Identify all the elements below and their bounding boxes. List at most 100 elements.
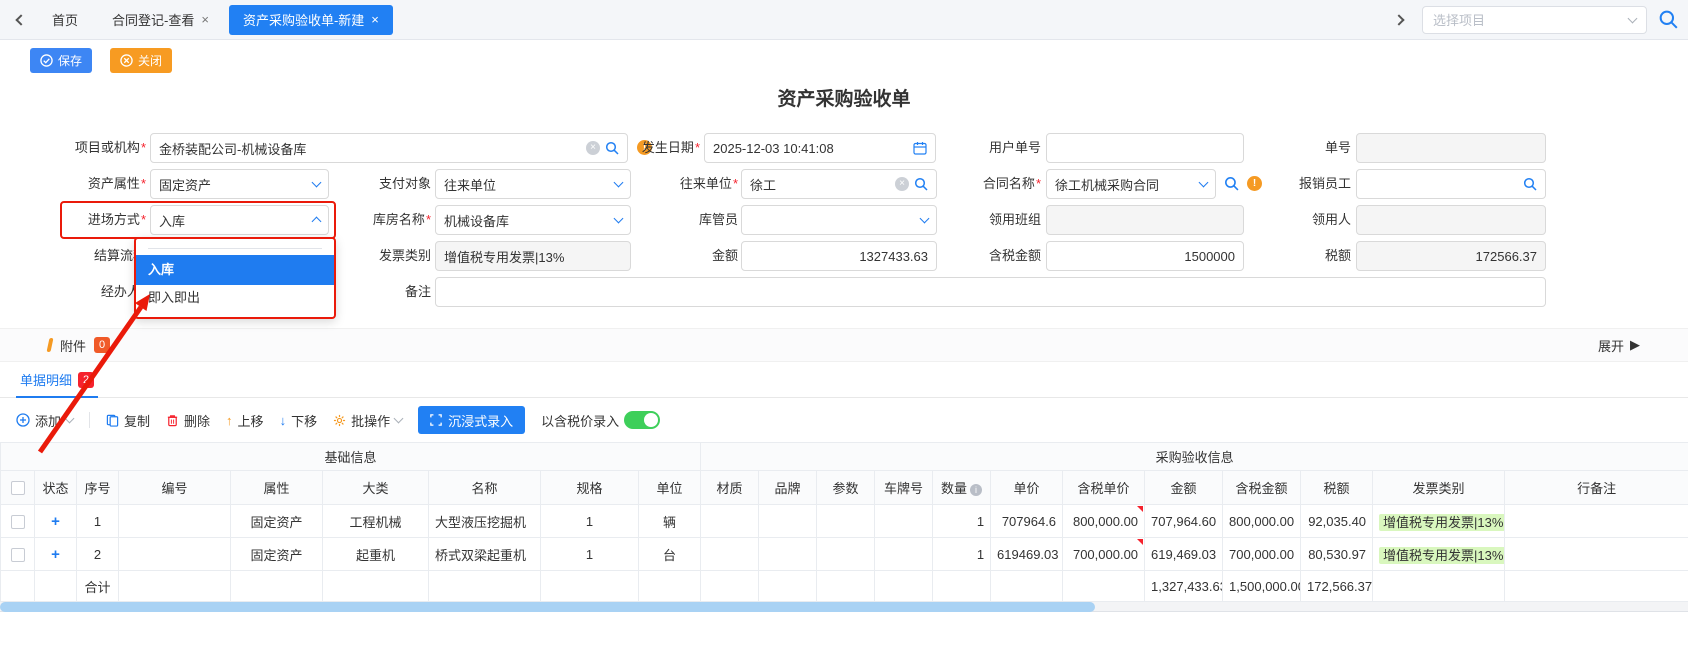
modified-marker-icon xyxy=(1137,539,1143,545)
col-seq: 序号 xyxy=(77,471,119,505)
cell-price-tax[interactable]: 700,000.00 xyxy=(1063,538,1145,571)
entry-mode-select[interactable]: 入库 xyxy=(150,205,329,235)
cell-plate[interactable] xyxy=(875,538,933,571)
cell-tax[interactable]: 92,035.40 xyxy=(1301,505,1373,538)
copy-button[interactable]: 复制 xyxy=(106,411,150,430)
tab-contract-view[interactable]: 合同登记-查看 × xyxy=(98,5,223,35)
cell-brand[interactable] xyxy=(759,538,817,571)
cell-num[interactable] xyxy=(119,538,231,571)
col-price: 单价 xyxy=(991,471,1063,505)
calendar-icon[interactable] xyxy=(913,141,927,155)
select-all-checkbox[interactable] xyxy=(11,481,25,495)
counterparty-input[interactable]: 徐工 × xyxy=(741,169,937,199)
cell-amount-tax[interactable]: 700,000.00 xyxy=(1223,538,1301,571)
scrollbar-thumb[interactable] xyxy=(0,602,1095,612)
cell-unit[interactable]: 辆 xyxy=(639,505,701,538)
cell-tax[interactable]: 80,530.97 xyxy=(1301,538,1373,571)
action-bar: 保存 关闭 xyxy=(0,40,1688,80)
warehouse-select[interactable]: 机械设备库 xyxy=(435,205,631,235)
search-icon[interactable] xyxy=(1659,10,1678,29)
amount-input[interactable]: 1327433.63 xyxy=(741,241,937,271)
remark-input[interactable] xyxy=(435,277,1546,307)
tab-label: 合同登记-查看 xyxy=(112,10,194,29)
tabs-scroll-left-icon[interactable] xyxy=(10,9,32,31)
clear-icon[interactable]: × xyxy=(895,177,909,191)
cell-price[interactable]: 619469.03 xyxy=(991,538,1063,571)
warehouse-label: 库房名称* xyxy=(341,205,431,235)
close-icon[interactable]: × xyxy=(371,13,379,26)
row-add-icon[interactable]: + xyxy=(51,513,60,530)
amount-tax-input[interactable]: 1500000 xyxy=(1046,241,1244,271)
cell-invoice[interactable]: 增值税专用发票|13% xyxy=(1373,538,1505,571)
clear-icon[interactable]: × xyxy=(586,141,600,155)
cell-name[interactable]: 桥式双梁起重机 xyxy=(429,538,541,571)
project-select[interactable]: 选择项目 xyxy=(1422,6,1647,34)
move-up-button[interactable]: ↑ 上移 xyxy=(226,411,264,430)
search-icon[interactable] xyxy=(1224,176,1239,191)
cell-material[interactable] xyxy=(701,538,759,571)
warning-icon[interactable]: ! xyxy=(1247,176,1262,191)
add-button[interactable]: 添加 xyxy=(16,411,73,430)
tab-home[interactable]: 首页 xyxy=(38,5,92,35)
cell-num[interactable] xyxy=(119,505,231,538)
move-down-button[interactable]: ↓ 下移 xyxy=(280,411,318,430)
cell-name[interactable]: 大型液压挖掘机 xyxy=(429,505,541,538)
cell-qty[interactable]: 1 xyxy=(933,505,991,538)
tab-bar: 首页 合同登记-查看 × 资产采购验收单-新建 × 选择项目 xyxy=(0,0,1688,40)
cell-price[interactable]: 707964.6 xyxy=(991,505,1063,538)
cell-note[interactable] xyxy=(1505,538,1688,571)
close-label: 关闭 xyxy=(138,52,162,69)
cell-amount[interactable]: 619,469.03 xyxy=(1145,538,1223,571)
cell-material[interactable] xyxy=(701,505,759,538)
dropdown-option-in-out[interactable]: 即入即出 xyxy=(136,285,334,311)
scan-frame-icon xyxy=(430,414,442,426)
user-no-input[interactable] xyxy=(1046,133,1244,163)
row-checkbox[interactable] xyxy=(11,515,25,529)
pay-target-select[interactable]: 往来单位 xyxy=(435,169,631,199)
reimburse-emp-input[interactable] xyxy=(1356,169,1546,199)
cell-attr[interactable]: 固定资产 xyxy=(231,538,323,571)
keeper-select[interactable] xyxy=(741,205,937,235)
row-add-icon[interactable]: + xyxy=(51,546,60,563)
cell-attr[interactable]: 固定资产 xyxy=(231,505,323,538)
cell-param[interactable] xyxy=(817,505,875,538)
cell-category[interactable]: 起重机 xyxy=(323,538,429,571)
tabs-scroll-right-icon[interactable] xyxy=(1388,9,1410,31)
cell-plate[interactable] xyxy=(875,505,933,538)
cell-invoice[interactable]: 增值税专用发票|13% xyxy=(1373,505,1505,538)
search-icon[interactable] xyxy=(914,177,928,191)
close-icon[interactable]: × xyxy=(201,13,209,26)
row-checkbox[interactable] xyxy=(11,548,25,562)
batch-operate-button[interactable]: 批操作 xyxy=(333,411,402,430)
cell-category[interactable]: 工程机械 xyxy=(323,505,429,538)
cell-spec[interactable]: 1 xyxy=(541,538,639,571)
cell-seq: 2 xyxy=(77,538,119,571)
asset-attr-select[interactable]: 固定资产 xyxy=(150,169,329,199)
modified-marker-icon xyxy=(1137,506,1143,512)
occur-date-input[interactable]: 2025-12-03 10:41:08 xyxy=(704,133,936,163)
cell-qty[interactable]: 1 xyxy=(933,538,991,571)
expand-button[interactable]: 展开 ▶ xyxy=(1598,336,1640,355)
search-icon[interactable] xyxy=(1523,177,1537,191)
cell-note[interactable] xyxy=(1505,505,1688,538)
tax-price-toggle[interactable] xyxy=(624,411,660,429)
doc-no-input xyxy=(1356,133,1546,163)
contract-select[interactable]: 徐工机械采购合同 xyxy=(1046,169,1216,199)
cell-param[interactable] xyxy=(817,538,875,571)
cell-amount[interactable]: 707,964.60 xyxy=(1145,505,1223,538)
cell-unit[interactable]: 台 xyxy=(639,538,701,571)
cell-price-tax[interactable]: 800,000.00 xyxy=(1063,505,1145,538)
cell-brand[interactable] xyxy=(759,505,817,538)
close-button[interactable]: 关闭 xyxy=(110,48,172,73)
tab-asset-receipt-new[interactable]: 资产采购验收单-新建 × xyxy=(229,5,393,35)
project-org-input[interactable]: 金桥装配公司-机械设备库 × xyxy=(150,133,628,163)
immersive-entry-button[interactable]: 沉浸式录入 xyxy=(418,406,525,434)
dropdown-option-inbound[interactable]: 入库 xyxy=(136,255,334,285)
delete-button[interactable]: 删除 xyxy=(166,411,210,430)
cell-spec[interactable]: 1 xyxy=(541,505,639,538)
reimburse-emp-label: 报销员工 xyxy=(1261,169,1351,199)
save-button[interactable]: 保存 xyxy=(30,48,92,73)
active-tab-underline xyxy=(16,396,98,398)
cell-amount-tax[interactable]: 800,000.00 xyxy=(1223,505,1301,538)
tab-detail-list[interactable]: 单据明细 2 xyxy=(16,362,98,398)
